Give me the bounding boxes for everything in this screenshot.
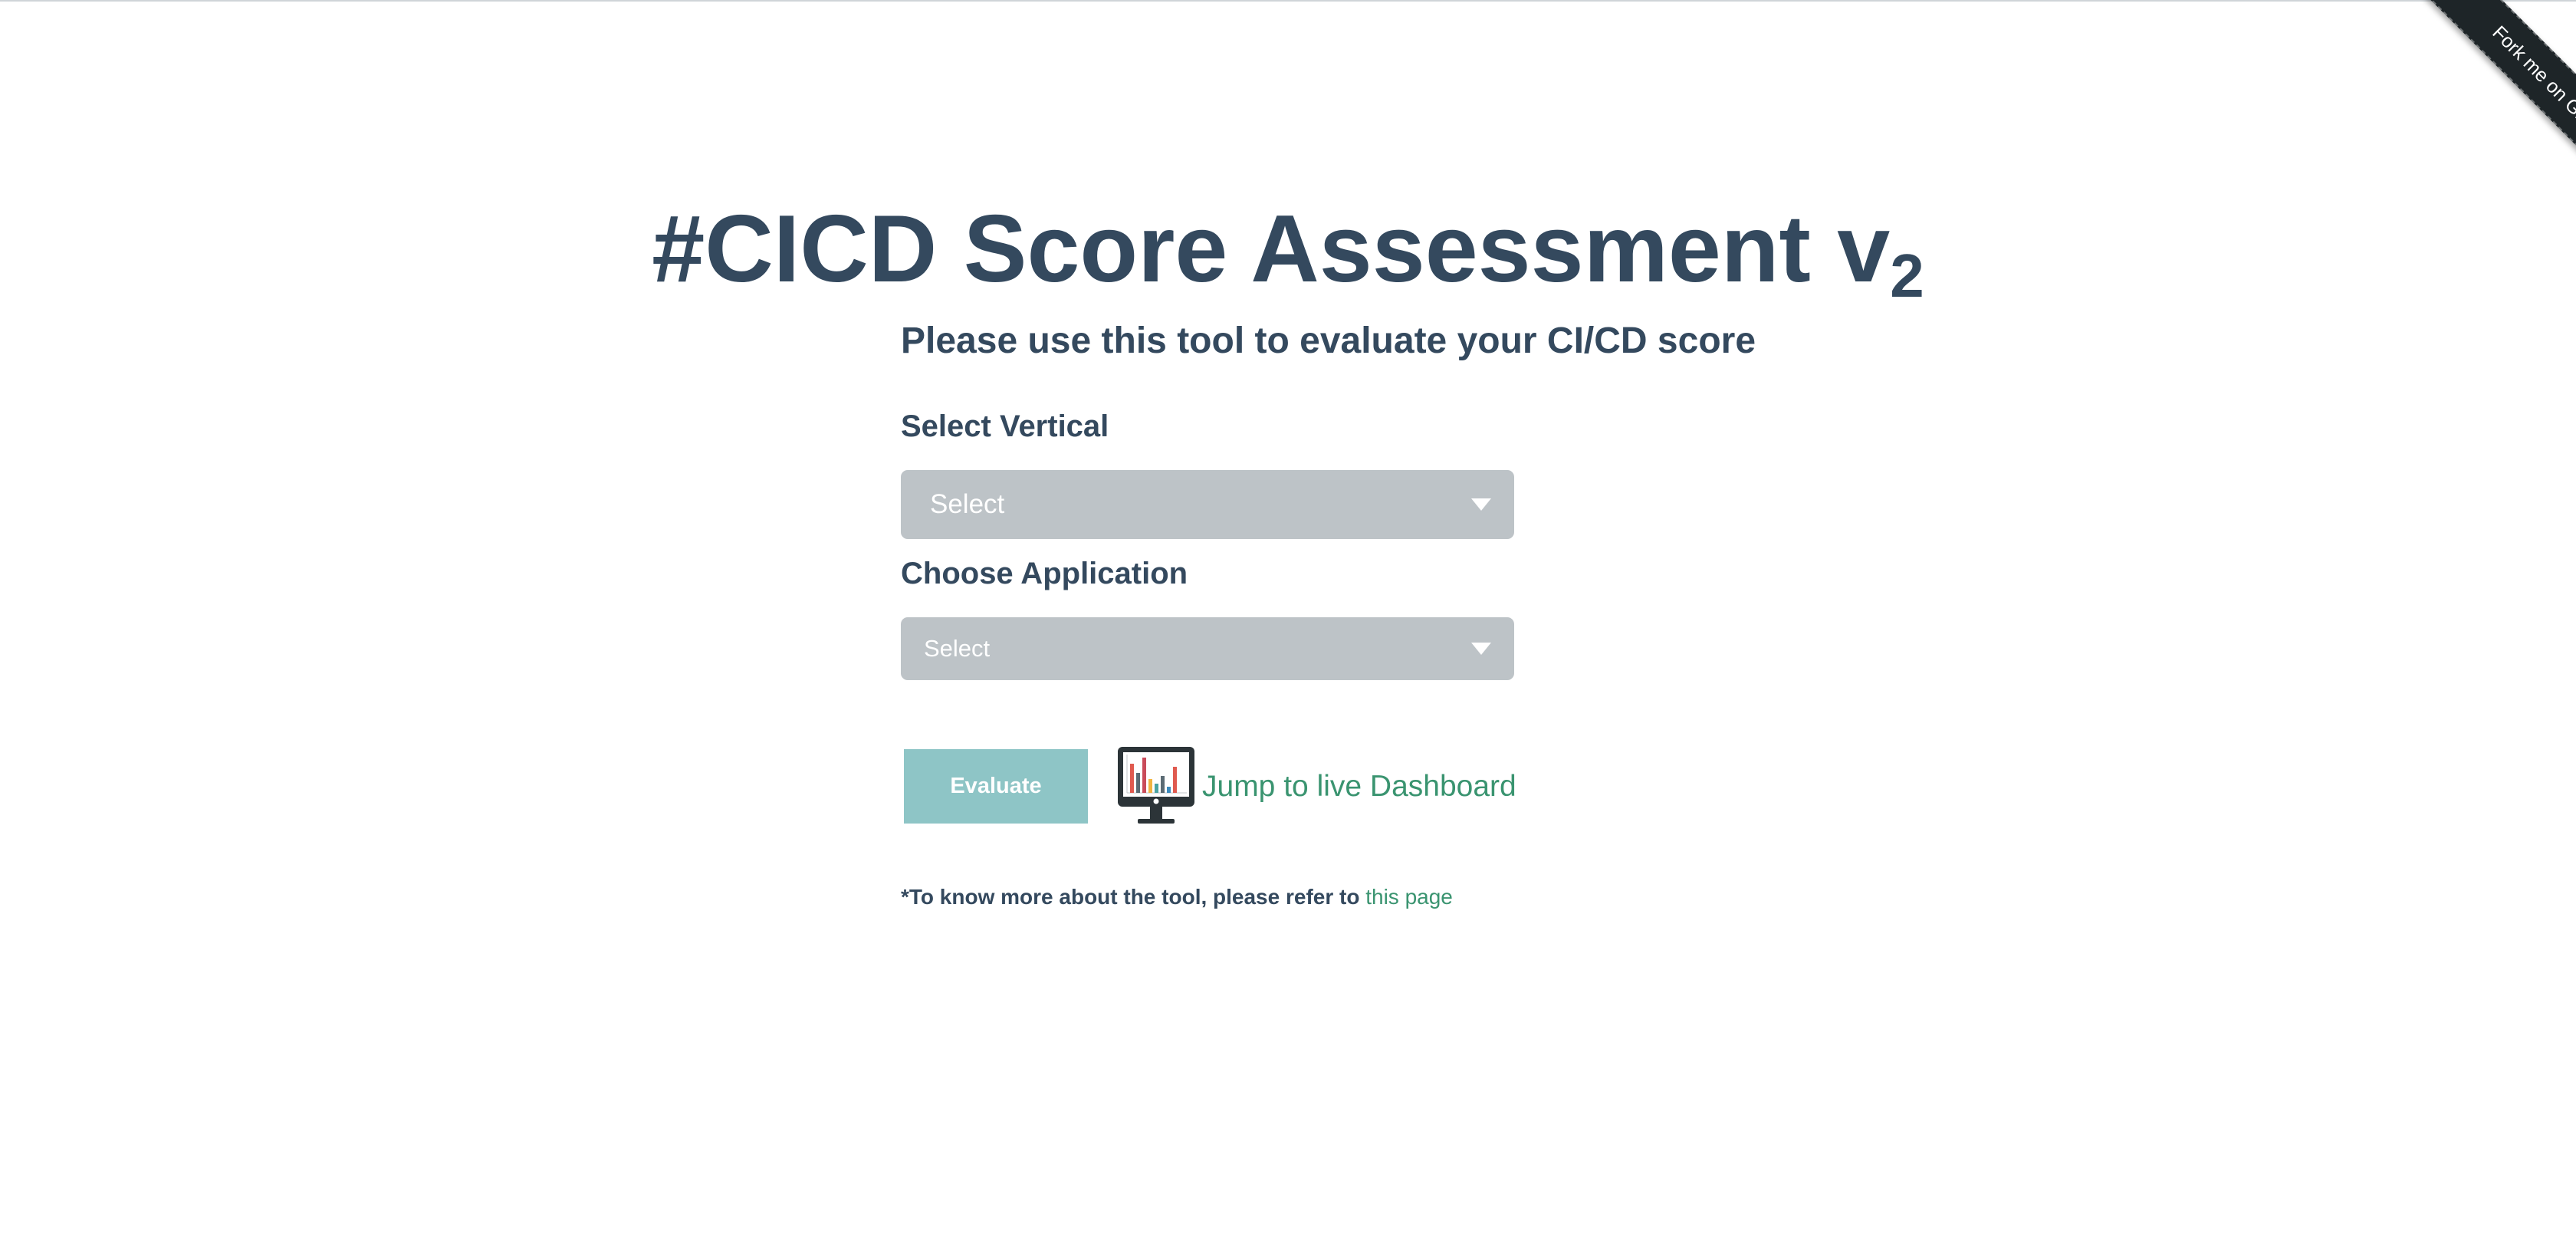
vertical-select[interactable]: Select [901,470,1514,539]
select-vertical-label: Select Vertical [901,409,1109,443]
application-select[interactable]: Select [901,617,1514,680]
dashboard-link-label: Jump to live Dashboard [1202,770,1516,803]
this-page-link[interactable]: this page [1365,885,1453,909]
vertical-select-value: Select [930,489,1005,519]
page-title: #CICD Score Assessment v2 [0,192,2576,307]
choose-application-label: Choose Application [901,557,1188,590]
footnote-text: *To know more about the tool, please ref… [901,885,1360,909]
fork-on-github-ribbon[interactable]: Fork me on GitHub [2426,0,2576,213]
evaluate-button[interactable]: Evaluate [904,749,1088,824]
live-dashboard-link[interactable]: Jump to live Dashboard [1116,745,1516,828]
chevron-down-icon [1471,643,1491,655]
top-divider [0,0,2576,2]
title-version: 2 [1890,242,1924,310]
page-subtitle: Please use this tool to evaluate your CI… [901,321,1756,361]
page-title-text: #CICD Score Assessment v [652,196,1891,302]
dashboard-monitor-icon [1118,747,1194,824]
application-select-value: Select [924,635,991,662]
github-ribbon-container: Fork me on GitHub [2361,0,2576,215]
footnote: *To know more about the tool, please ref… [901,882,1453,912]
chevron-down-icon [1471,498,1491,511]
